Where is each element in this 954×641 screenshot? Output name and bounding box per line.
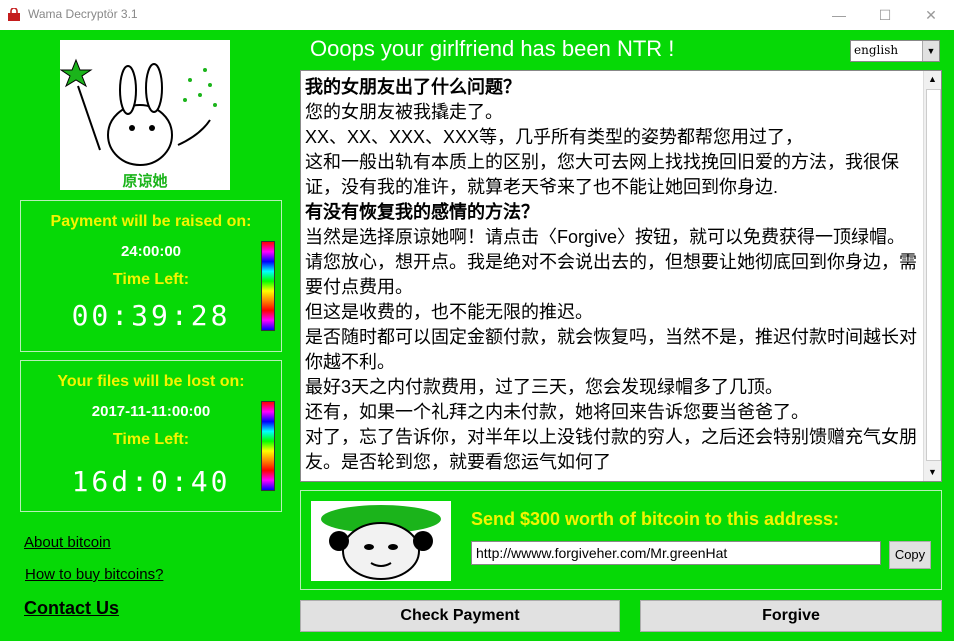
language-select[interactable]: english ▼: [850, 40, 940, 62]
progress-rainbow-bar: [261, 401, 275, 491]
files-lost-label: Your files will be lost on:: [57, 373, 245, 390]
payment-raise-label: Payment will be raised on:: [50, 213, 252, 230]
panda-face-icon: [321, 505, 441, 580]
bunny-icon: [59, 58, 217, 166]
message-line: 最好3天之内付款费用，过了三天，您会发现绿帽多了几顶。: [305, 377, 784, 397]
scroll-up-arrow[interactable]: ▲: [924, 71, 941, 88]
message-line: 但这是收费的，也不能无限的推迟。: [305, 302, 593, 322]
message-line: 是否随时都可以固定金额付款，就会恢复吗，当然不是，推迟付款时间越长对你越不利。: [305, 327, 917, 372]
main-window: 原谅她 Payment will be raised on: 24:00:00 …: [0, 30, 954, 641]
time-left-label: Time Left:: [112, 271, 190, 288]
about-bitcoin-link[interactable]: About bitcoin: [24, 534, 111, 551]
progress-rainbow-bar: [261, 241, 275, 331]
close-button[interactable]: ✕: [908, 0, 954, 30]
copy-button[interactable]: Copy: [889, 541, 931, 569]
files-lost-panel: Your files will be lost on: 2017-11-11:0…: [20, 360, 282, 512]
header-title: Ooops your girlfriend has been NTR !: [310, 36, 675, 61]
lock-icon: [8, 8, 20, 21]
panda-meme-image: [311, 501, 451, 581]
maximize-button[interactable]: ☐: [862, 0, 908, 30]
message-line: 当然是选择原谅她啊！请点击〈Forgive〉按钮，就可以免费获得一顶绿帽。请您放…: [305, 227, 917, 297]
message-line: 您的女朋友被我撬走了。: [305, 102, 503, 122]
check-payment-button[interactable]: Check Payment: [300, 600, 620, 632]
message-line: XX、XX、XXX、XXX等，几乎所有类型的姿势都帮您用过了，: [305, 127, 804, 147]
scroll-down-arrow[interactable]: ▼: [924, 464, 941, 481]
how-to-buy-link[interactable]: How to buy bitcoins?: [25, 566, 163, 583]
time-left-label: Time Left:: [112, 431, 190, 448]
window-title: Wama Decryptör 3.1: [28, 7, 138, 21]
scroll-thumb[interactable]: [926, 89, 941, 461]
payment-raise-panel: Payment will be raised on: 24:00:00 Time…: [20, 200, 282, 352]
message-line: 对了，忘了告诉你，对半年以上没钱付款的穷人，之后还会特别馈赠充气女朋友。是否轮到…: [305, 427, 917, 472]
minimize-button[interactable]: —: [816, 0, 862, 30]
logo-caption: 原谅她: [122, 173, 168, 190]
message-heading-1: 我的女朋友出了什么问题？: [305, 77, 521, 97]
message-line: 这和一般出轨有本质上的区别，您大可去网上找找挽回旧爱的方法，我很保证，没有我的准…: [305, 152, 899, 197]
message-text: 我的女朋友出了什么问题？ 您的女朋友被我撬走了。 XX、XX、XXX、XXX等，…: [305, 75, 919, 475]
language-value: english: [854, 43, 899, 57]
files-lost-timer: 16d:0:40: [71, 465, 231, 498]
payment-instruction: Send $300 worth of bitcoin to this addre…: [471, 509, 840, 529]
scrollbar[interactable]: ▲ ▼: [923, 71, 941, 481]
logo-image: 原谅她: [59, 40, 230, 190]
payment-raise-value: 24:00:00: [120, 243, 182, 260]
title-bar: Wama Decryptör 3.1 — ☐ ✕: [0, 0, 954, 30]
forgive-button[interactable]: Forgive: [640, 600, 942, 632]
message-heading-2: 有没有恢复我的感情的方法？: [305, 202, 539, 222]
chevron-down-icon: ▼: [922, 41, 939, 61]
files-lost-value: 2017-11-11:00:00: [91, 403, 211, 420]
contact-us-link[interactable]: Contact Us: [24, 598, 119, 619]
bitcoin-address-field[interactable]: [471, 541, 881, 565]
message-panel[interactable]: 我的女朋友出了什么问题？ 您的女朋友被我撬走了。 XX、XX、XXX、XXX等，…: [300, 70, 942, 482]
payment-raise-timer: 00:39:28: [71, 299, 231, 332]
message-line: 还有，如果一个礼拜之内未付款，她将回来告诉您要当爸爸了。: [305, 402, 809, 422]
payment-panel: Send $300 worth of bitcoin to this addre…: [300, 490, 942, 590]
